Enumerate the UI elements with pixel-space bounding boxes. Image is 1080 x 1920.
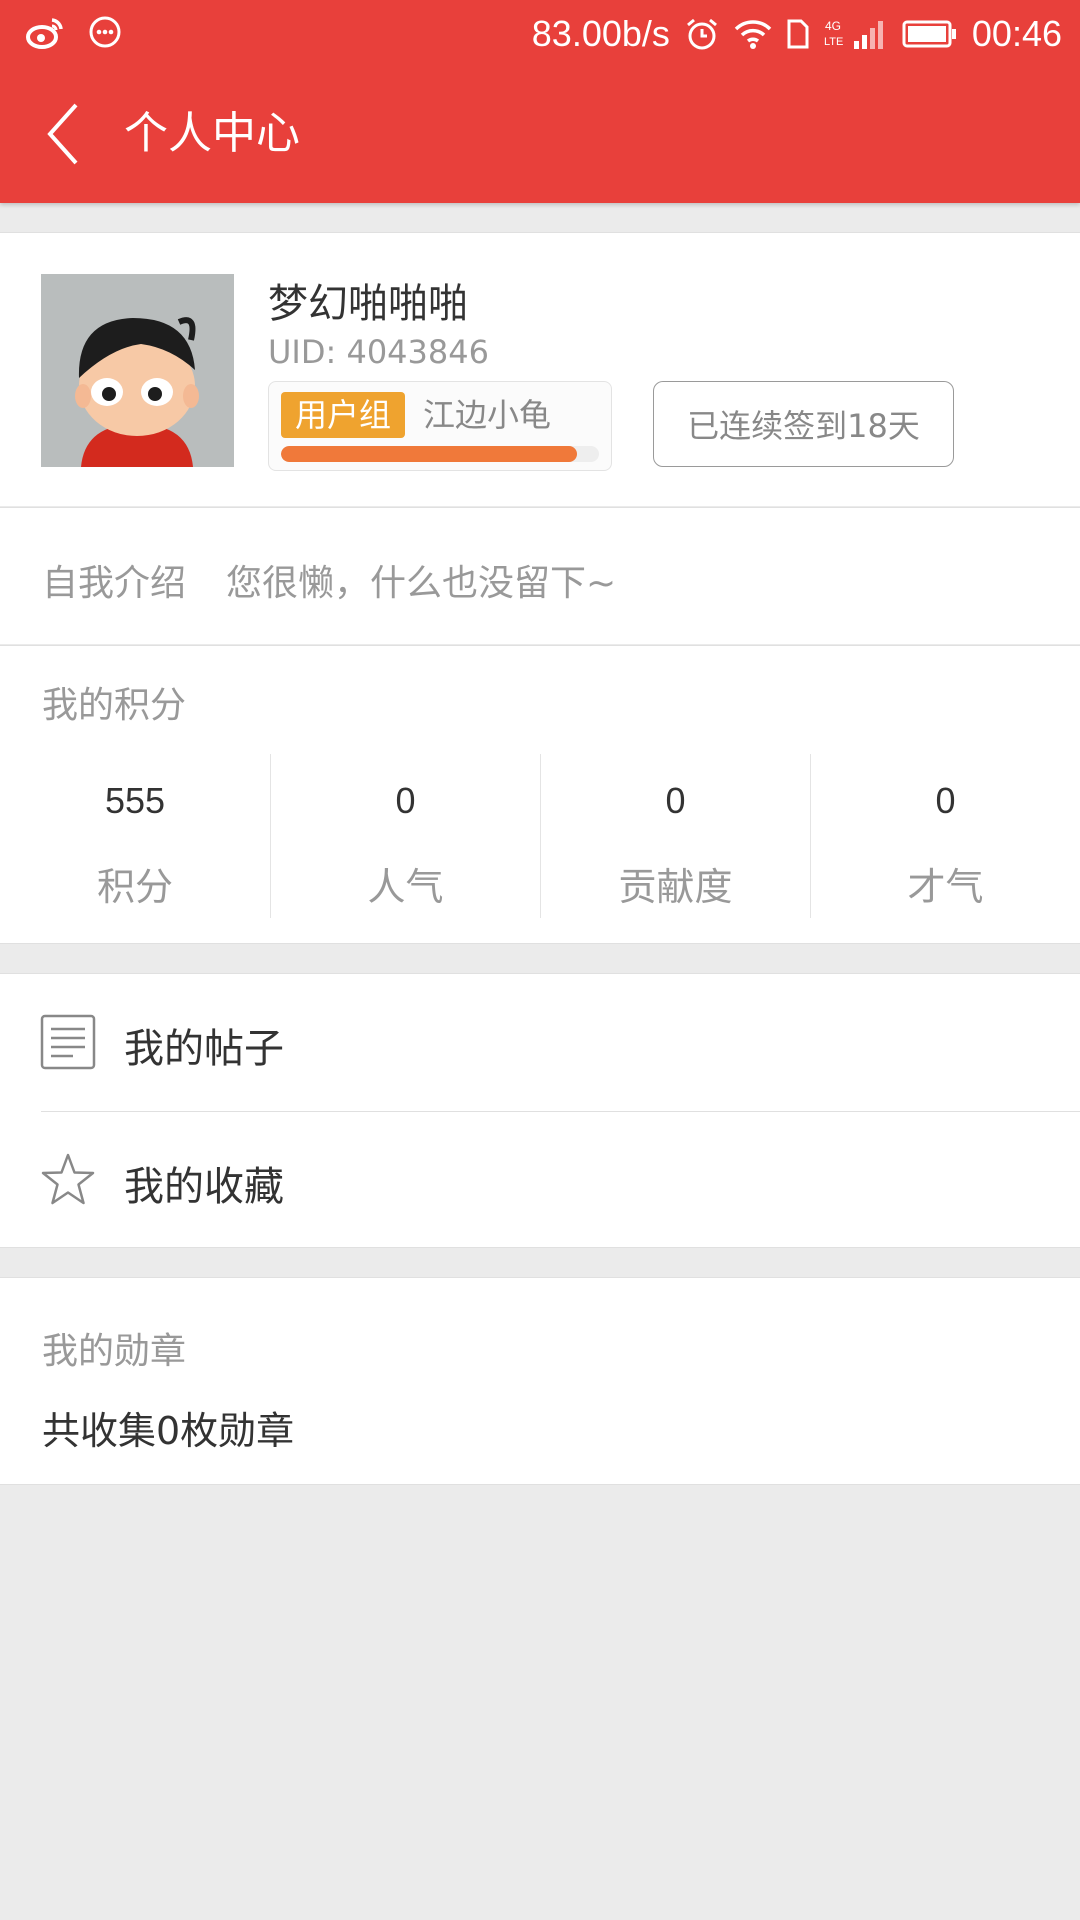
- app-header: 83.00b/s 4G LTE 00:46 个人中心: [0, 0, 1080, 203]
- network-speed: 83.00b/s: [531, 13, 670, 54]
- menu-label: 我的收藏: [124, 1164, 284, 1210]
- self-intro-label: 自我介绍: [42, 563, 187, 604]
- stat-value: 555: [104, 780, 166, 821]
- username: 梦幻啪啪啪: [268, 281, 468, 327]
- status-time: 00:46: [971, 13, 1062, 54]
- user-group-name: 江边小龟: [423, 396, 552, 434]
- sim-icon: [786, 19, 810, 49]
- menu-label: 我的帖子: [124, 1026, 284, 1072]
- avatar[interactable]: [41, 274, 234, 467]
- network-type-top: 4G: [825, 19, 841, 33]
- menu-item-my-posts[interactable]: 我的帖子: [0, 974, 1080, 1111]
- chevron-left-icon: [42, 99, 86, 173]
- document-icon: [40, 1014, 96, 1070]
- stat-label: 贡献度: [618, 865, 733, 909]
- self-intro-row[interactable]: 自我介绍 您很懒，什么也没留下~: [0, 507, 1080, 644]
- page-title: 个人中心: [124, 108, 300, 159]
- stat-value: 0: [935, 780, 956, 821]
- group-progress-bar: [281, 446, 599, 462]
- alarm-icon: [684, 16, 720, 52]
- uid-label: UID:: [268, 333, 337, 371]
- menu-item-my-favorites[interactable]: 我的收藏: [0, 1112, 1080, 1249]
- title-bar: 个人中心: [0, 68, 1080, 203]
- star-icon: [40, 1152, 96, 1208]
- wifi-icon: [734, 18, 772, 50]
- self-intro-text: 您很懒，什么也没留下~: [226, 563, 617, 604]
- stat-popularity: 0 人气: [270, 754, 540, 918]
- uid: UID: 4043846: [268, 333, 489, 371]
- points-title: 我的积分: [42, 685, 187, 726]
- uid-value: 4043846: [346, 333, 489, 371]
- stat-label: 积分: [96, 865, 173, 909]
- profile-card: 梦幻啪啪啪 UID: 4043846 用户组 江边小龟 已连续签到18天: [0, 232, 1080, 506]
- menu-list: 我的帖子 我的收藏: [0, 973, 1080, 1248]
- stat-label: 才气: [907, 865, 984, 909]
- 4g-lte-signal-icon: 4G LTE: [824, 17, 888, 51]
- medals-summary: 共收集0枚勋章: [42, 1409, 295, 1453]
- user-group-box: 用户组 江边小龟: [268, 381, 612, 471]
- message-icon: [88, 15, 122, 49]
- stat-points: 555 积分: [0, 754, 270, 918]
- stat-value: 0: [395, 780, 416, 821]
- back-button[interactable]: [24, 96, 104, 176]
- network-type-bottom: LTE: [824, 36, 843, 48]
- stat-talent: 0 才气: [810, 754, 1080, 918]
- stat-label: 人气: [367, 865, 444, 909]
- points-section: 我的积分 555 积分 0 人气 0 贡献度 0 才气: [0, 645, 1080, 944]
- battery-icon: [902, 19, 958, 49]
- status-bar: 83.00b/s 4G LTE 00:46: [0, 0, 1080, 68]
- group-progress-fill: [281, 446, 577, 462]
- points-stats: 555 积分 0 人气 0 贡献度 0 才气: [0, 754, 1080, 918]
- medals-section[interactable]: 我的勋章 共收集0枚勋章: [0, 1277, 1080, 1485]
- weibo-icon: [26, 14, 66, 50]
- signin-streak-button[interactable]: 已连续签到18天: [653, 381, 954, 467]
- medals-title: 我的勋章: [42, 1331, 187, 1372]
- user-group-tag: 用户组: [281, 392, 406, 438]
- stat-contribution: 0 贡献度: [540, 754, 810, 918]
- stat-value: 0: [665, 780, 686, 821]
